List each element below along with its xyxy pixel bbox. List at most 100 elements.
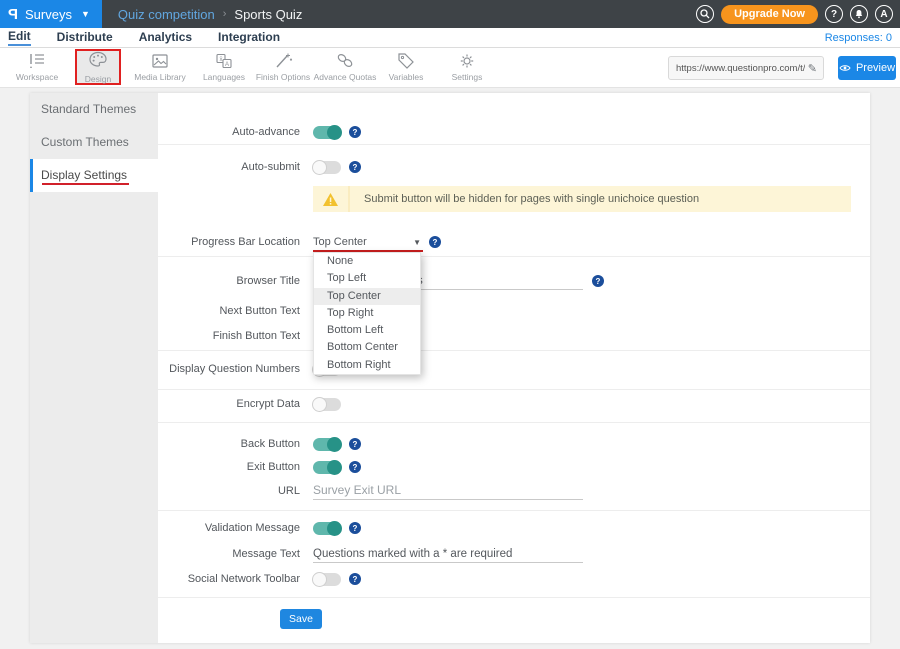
eye-icon bbox=[839, 64, 851, 72]
section-divider bbox=[158, 422, 870, 423]
section-tabs: Edit Distribute Analytics Integration Re… bbox=[0, 28, 900, 48]
auto-advance-help-icon[interactable]: ? bbox=[349, 126, 361, 138]
progress-bar-help-icon[interactable]: ? bbox=[429, 236, 441, 248]
breadcrumb-parent[interactable]: Quiz competition bbox=[118, 7, 215, 22]
progress-bar-location-dropdown: None Top Left Top Center Top Right Botto… bbox=[313, 252, 421, 375]
preview-button[interactable]: Preview bbox=[838, 56, 896, 80]
warning-message: Submit button will be hidden for pages w… bbox=[350, 193, 699, 205]
tab-integration[interactable]: Integration bbox=[218, 30, 280, 45]
tab-edit[interactable]: Edit bbox=[8, 29, 31, 46]
auto-submit-label: Auto-submit bbox=[158, 161, 300, 173]
toolbar-item-label: Finish Options bbox=[256, 72, 310, 82]
red-annotation-underline bbox=[42, 183, 129, 185]
top-navbar: P Surveys ▼ Quiz competition › Sports Qu… bbox=[0, 0, 900, 28]
design-toolbar: Workspace Design Media Library x̄A Langu… bbox=[0, 48, 900, 88]
toolbar-item-label: Advance Quotas bbox=[314, 72, 377, 82]
exit-button-label: Exit Button bbox=[158, 461, 300, 473]
auto-submit-help-icon[interactable]: ? bbox=[349, 161, 361, 173]
account-avatar[interactable]: A bbox=[875, 5, 893, 23]
progress-bar-location-label: Progress Bar Location bbox=[158, 236, 300, 248]
gear-icon bbox=[457, 52, 477, 70]
chain-link-icon bbox=[335, 52, 355, 70]
exit-url-input[interactable]: Survey Exit URL bbox=[313, 482, 583, 500]
sidebar-item-custom-themes[interactable]: Custom Themes bbox=[30, 126, 158, 159]
validation-message-toggle[interactable] bbox=[313, 522, 341, 535]
auto-submit-row: Auto-submit ? bbox=[158, 157, 361, 177]
selected-option: Top Center bbox=[313, 236, 367, 248]
exit-button-help-icon[interactable]: ? bbox=[349, 461, 361, 473]
exit-button-toggle[interactable] bbox=[313, 461, 341, 474]
breadcrumb-separator-icon: › bbox=[223, 8, 227, 20]
back-button-label: Back Button bbox=[158, 438, 300, 450]
sidebar-item-display-settings[interactable]: Display Settings bbox=[30, 159, 158, 192]
section-divider bbox=[158, 144, 870, 145]
toolbar-item-label: Workspace bbox=[16, 72, 58, 82]
social-network-toolbar-help-icon[interactable]: ? bbox=[349, 573, 361, 585]
back-button-toggle[interactable] bbox=[313, 438, 341, 451]
responses-count[interactable]: Responses: 0 bbox=[825, 32, 892, 44]
svg-text:A: A bbox=[225, 62, 229, 68]
auto-advance-label: Auto-advance bbox=[158, 126, 300, 138]
toolbar-item-finish-options[interactable]: Finish Options bbox=[248, 52, 318, 82]
message-text-input[interactable]: Questions marked with a * are required bbox=[313, 545, 583, 563]
display-settings-panel: Auto-advance ? Auto-submit ? bbox=[158, 93, 870, 643]
toolbar-item-advance-quotas[interactable]: Advance Quotas bbox=[310, 52, 380, 82]
dropdown-option-bottom-left[interactable]: Bottom Left bbox=[314, 322, 420, 339]
dropdown-option-bottom-center[interactable]: Bottom Center bbox=[314, 339, 420, 356]
browser-title-help-icon[interactable]: ? bbox=[592, 275, 604, 287]
toolbar-item-workspace[interactable]: Workspace bbox=[2, 52, 72, 82]
tab-distribute[interactable]: Distribute bbox=[57, 30, 113, 45]
design-settings-card: Standard Themes Custom Themes Display Se… bbox=[30, 93, 870, 643]
save-button[interactable]: Save bbox=[280, 609, 322, 629]
search-icon[interactable] bbox=[696, 5, 714, 23]
section-divider bbox=[158, 256, 870, 257]
browser-title-label: Browser Title bbox=[158, 275, 300, 287]
breadcrumb: Quiz competition › Sports Quiz bbox=[118, 7, 302, 22]
upgrade-now-button[interactable]: Upgrade Now bbox=[721, 5, 818, 24]
palette-icon bbox=[88, 51, 108, 73]
toolbar-item-label: Settings bbox=[452, 72, 483, 82]
toolbar-item-variables[interactable]: Variables bbox=[371, 52, 441, 82]
survey-url-box: ✎ bbox=[668, 56, 824, 80]
toolbar-item-settings[interactable]: Settings bbox=[432, 52, 502, 82]
exit-url-row: URL Survey Exit URL bbox=[158, 481, 583, 501]
back-button-row: Back Button ? bbox=[158, 434, 361, 454]
dropdown-option-top-right[interactable]: Top Right bbox=[314, 305, 420, 322]
encrypt-data-toggle[interactable] bbox=[313, 398, 341, 411]
edit-pencil-icon[interactable]: ✎ bbox=[808, 62, 823, 75]
dropdown-option-none[interactable]: None bbox=[314, 253, 420, 270]
magic-wand-icon bbox=[273, 52, 293, 70]
message-text-label: Message Text bbox=[158, 548, 300, 560]
toggle-knob bbox=[312, 572, 327, 587]
progress-bar-location-select[interactable]: Top Center ▼ bbox=[313, 236, 421, 248]
message-text-value: Questions marked with a * are required bbox=[313, 548, 512, 562]
help-icon[interactable]: ? bbox=[825, 5, 843, 23]
tab-analytics[interactable]: Analytics bbox=[139, 30, 192, 45]
toolbar-item-label: Variables bbox=[389, 72, 424, 82]
toggle-knob bbox=[327, 521, 342, 536]
auto-submit-warning-banner: Submit button will be hidden for pages w… bbox=[313, 186, 851, 212]
dropdown-option-bottom-right[interactable]: Bottom Right bbox=[314, 357, 420, 374]
finish-button-text-label: Finish Button Text bbox=[158, 330, 300, 342]
surveys-menu[interactable]: P Surveys ▼ bbox=[0, 0, 102, 28]
toolbar-item-media-library[interactable]: Media Library bbox=[125, 52, 195, 82]
translate-icon: x̄A bbox=[214, 52, 234, 70]
section-divider bbox=[158, 510, 870, 511]
back-button-help-icon[interactable]: ? bbox=[349, 438, 361, 450]
dropdown-option-top-left[interactable]: Top Left bbox=[314, 270, 420, 287]
dropdown-option-top-center[interactable]: Top Center bbox=[314, 288, 420, 305]
section-divider bbox=[158, 389, 870, 390]
toolbar-item-label: Media Library bbox=[134, 72, 186, 82]
sidebar-item-standard-themes[interactable]: Standard Themes bbox=[30, 93, 158, 126]
social-network-toolbar-label: Social Network Toolbar bbox=[158, 573, 300, 585]
survey-url-input[interactable] bbox=[669, 63, 808, 74]
notifications-bell-icon[interactable] bbox=[850, 5, 868, 23]
progress-bar-location-row: Progress Bar Location Top Center ▼ ? bbox=[158, 232, 441, 252]
validation-message-help-icon[interactable]: ? bbox=[349, 522, 361, 534]
image-icon bbox=[150, 52, 170, 70]
toolbar-item-design[interactable]: Design bbox=[75, 49, 121, 85]
auto-submit-toggle[interactable] bbox=[313, 161, 341, 174]
social-network-toolbar-toggle[interactable] bbox=[313, 573, 341, 586]
auto-advance-toggle[interactable] bbox=[313, 126, 341, 139]
navbar-actions: Upgrade Now ? A bbox=[696, 5, 900, 24]
